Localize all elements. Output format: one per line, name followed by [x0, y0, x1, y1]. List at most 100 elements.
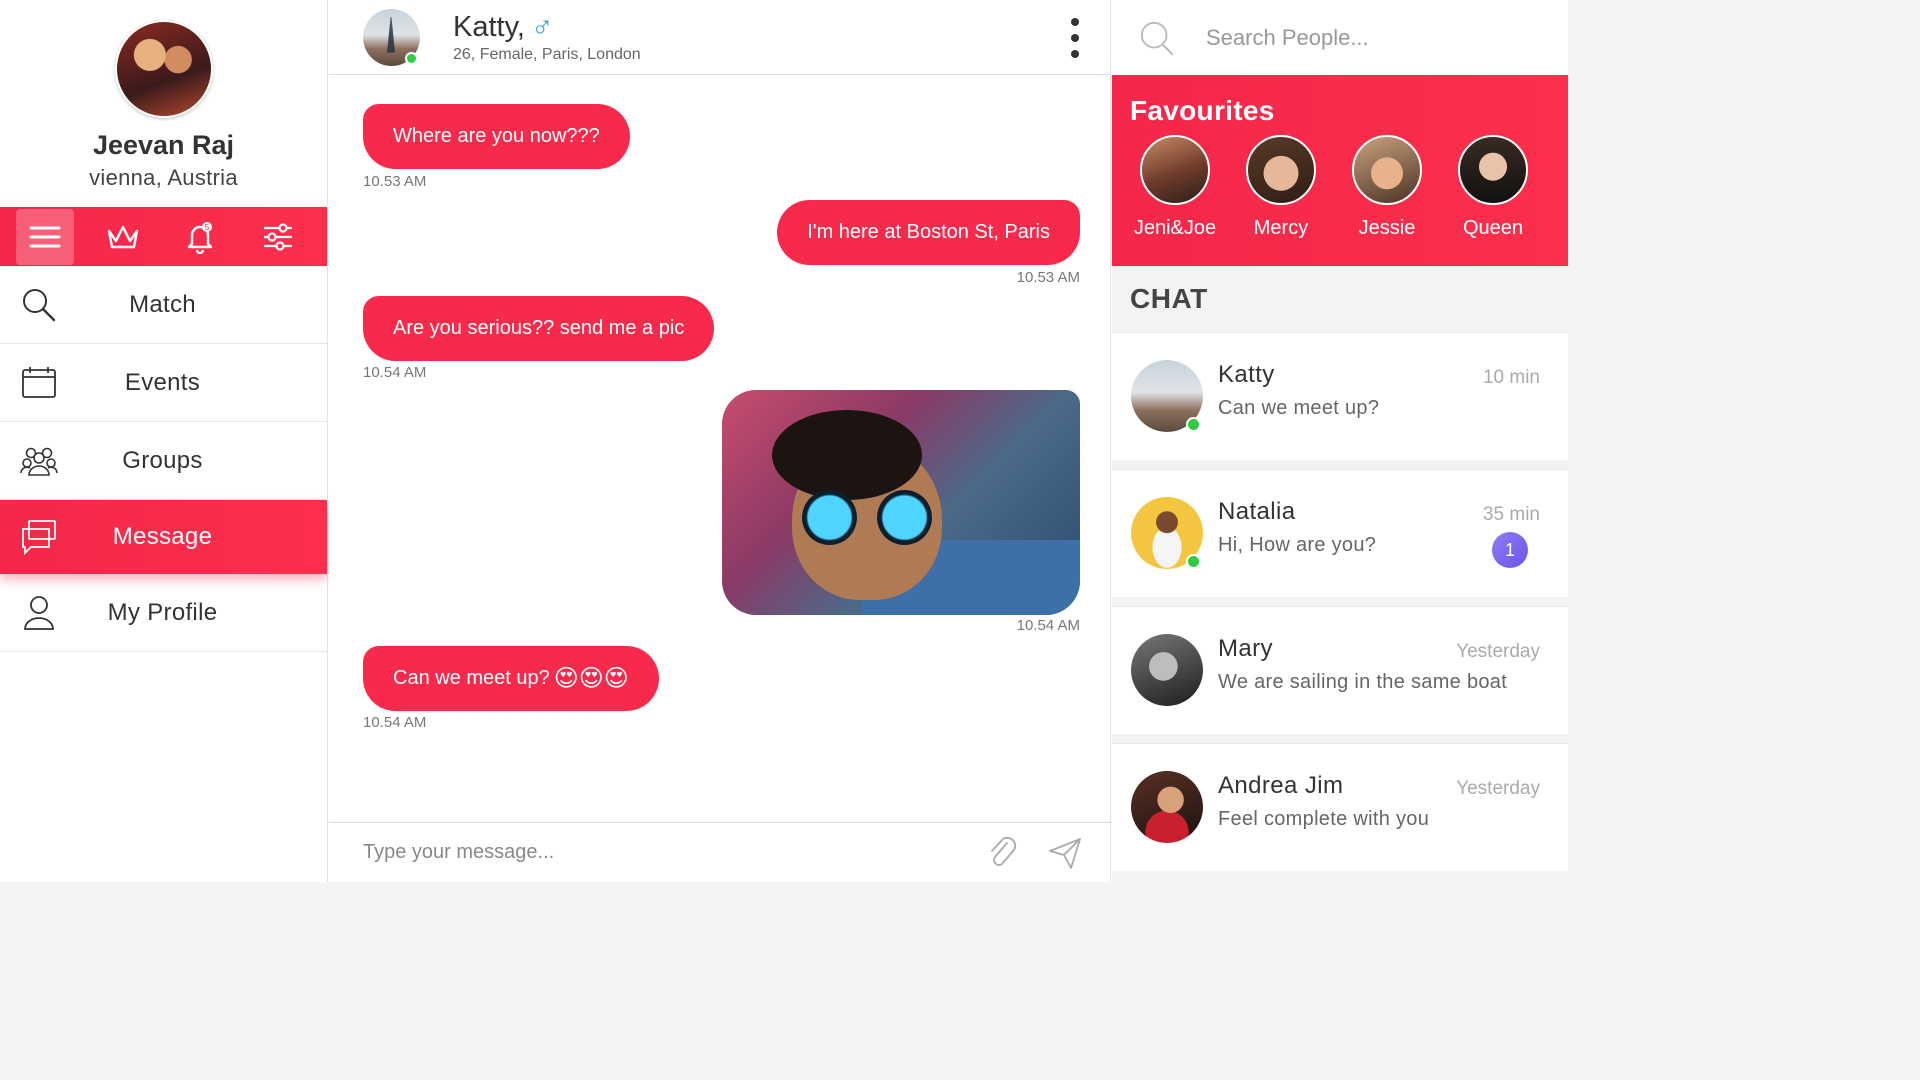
favourite-person[interactable]: Mercy — [1236, 135, 1326, 240]
chat-list-item[interactable]: Natalia Hi, How are you? 35 min 1 — [1112, 469, 1568, 597]
nav-label: Groups — [122, 446, 203, 474]
search-icon — [1140, 21, 1174, 55]
conversation-header: Katty, ♂ 26, Female, Paris, London — [329, 0, 1110, 75]
profile-avatar[interactable] — [114, 20, 213, 118]
search-people-input[interactable] — [1206, 24, 1506, 51]
chat-time: Yesterday — [1456, 641, 1540, 662]
nav-item-my-profile[interactable]: My Profile — [0, 574, 327, 652]
favourites-title: Favourites — [1130, 95, 1275, 126]
message-photo[interactable] — [722, 390, 1080, 615]
favourite-name: Mercy — [1253, 217, 1309, 239]
profile-card: Jeevan Raj vienna, Austria — [0, 0, 327, 207]
nav-label: Message — [112, 523, 213, 550]
favourite-person[interactable]: Jessie — [1342, 135, 1432, 240]
search-icon — [23, 288, 56, 321]
nav-item-message[interactable]: Message — [0, 500, 327, 574]
nav-item-groups[interactable]: Groups — [0, 422, 327, 500]
more-options-button[interactable] — [1070, 18, 1080, 58]
favourites-list: Jeni&Joe Mercy Jessie Queen — [1130, 135, 1550, 240]
premium-button[interactable] — [94, 209, 152, 265]
chat-preview: Feel complete with you — [1218, 808, 1430, 830]
chat-avatar — [1131, 771, 1203, 843]
filters-button[interactable] — [249, 209, 307, 265]
paperclip-icon[interactable] — [985, 835, 1021, 871]
message-time: 10.53 AM — [1016, 269, 1080, 286]
chat-name: Katty — [1218, 361, 1275, 388]
right-sidebar: Favourites Jeni&Joe Mercy Jessie Queen — [1112, 0, 1568, 882]
hamburger-menu-button[interactable] — [16, 208, 74, 265]
sliders-icon — [264, 222, 293, 251]
send-icon[interactable] — [1047, 835, 1083, 871]
bell-icon: 5 — [188, 221, 213, 254]
message-composer — [329, 822, 1111, 882]
favourite-avatar — [1140, 135, 1210, 205]
favourite-name: Jessie — [1358, 217, 1416, 239]
profile-location: vienna, Austria — [89, 165, 238, 190]
favourite-person[interactable]: Jeni&Joe — [1130, 135, 1220, 240]
app-window: Jeevan Raj vienna, Austria 5 Match Event… — [0, 0, 1568, 882]
user-icon — [24, 595, 54, 630]
favourite-name: Jeni&Joe — [1133, 217, 1217, 239]
chat-time: 35 min — [1482, 504, 1540, 525]
nav-item-events[interactable]: Events — [0, 344, 327, 422]
favourite-person[interactable]: Queen — [1448, 135, 1538, 240]
contact-details: 26, Female, Paris, London — [453, 46, 641, 63]
message-time: 10.54 AM — [363, 364, 427, 381]
chat-name: Natalia — [1218, 498, 1296, 525]
online-indicator — [1186, 417, 1201, 432]
chat-list-item[interactable]: Katty Can we meet up? 10 min — [1112, 332, 1568, 460]
message-time: 10.53 AM — [363, 173, 427, 190]
notifications-button[interactable]: 5 — [172, 209, 230, 265]
message-bubble-received[interactable]: Can we meet up? 😍😍😍 — [363, 646, 659, 711]
profile-name: Jeevan Raj — [92, 130, 235, 160]
favourite-avatar — [1458, 135, 1528, 205]
group-icon — [20, 447, 58, 476]
favourite-avatar — [1246, 135, 1316, 205]
message-input[interactable] — [363, 841, 963, 864]
favourite-avatar — [1352, 135, 1422, 205]
nav-label: Events — [124, 368, 201, 396]
kebab-dot — [1071, 50, 1079, 58]
chat-preview: Can we meet up? — [1218, 397, 1380, 419]
chat-avatar — [1131, 634, 1203, 706]
conversation-pane: Katty, ♂ 26, Female, Paris, London Where … — [329, 0, 1111, 882]
kebab-dot — [1071, 34, 1079, 42]
left-sidebar: Jeevan Raj vienna, Austria 5 Match Event… — [0, 0, 328, 882]
message-time: 10.54 AM — [363, 714, 427, 731]
chat-preview: We are sailing in the same boat — [1218, 671, 1508, 693]
male-symbol-icon: ♂ — [531, 10, 554, 43]
message-bubble-received[interactable]: Are you serious?? send me a pic — [363, 296, 715, 361]
chat-time: Yesterday — [1456, 778, 1540, 799]
nav-label: Match — [129, 290, 196, 318]
main-nav: Match Events Groups Message My Profile — [0, 266, 327, 652]
contact-name: Katty, — [453, 10, 525, 43]
message-text: Can we meet up? — [393, 667, 550, 689]
online-indicator — [1186, 554, 1201, 569]
chat-time: 10 min — [1482, 367, 1540, 388]
people-search — [1112, 0, 1568, 75]
crown-icon — [107, 225, 138, 248]
chat-list-title: CHAT — [1130, 283, 1208, 314]
kebab-dot — [1071, 18, 1079, 26]
calendar-icon — [22, 366, 56, 398]
contact-avatar[interactable] — [363, 8, 420, 66]
message-time: 10.54 AM — [1016, 617, 1080, 634]
chat-list-item[interactable]: Mary We are sailing in the same boat Yes… — [1112, 606, 1568, 734]
sidebar-toolbar: 5 — [0, 207, 327, 266]
hamburger-menu-icon — [29, 226, 61, 247]
heart-eyes-emoji-icon: 😍😍😍 — [553, 665, 629, 692]
chat-name: Mary — [1218, 635, 1273, 662]
favourites-panel: Favourites Jeni&Joe Mercy Jessie Queen — [1112, 75, 1568, 266]
message-bubble-received[interactable]: Where are you now??? — [363, 104, 630, 169]
chat-preview: Hi, How are you? — [1218, 534, 1377, 556]
message-list: Where are you now??? 10.53 AM I'm here a… — [329, 76, 1111, 822]
unread-badge: 1 — [1492, 532, 1528, 568]
notification-count: 5 — [205, 223, 210, 232]
chat-bubbles-icon — [22, 520, 56, 556]
chat-list-item[interactable]: Andrea Jim Feel complete with you Yester… — [1112, 743, 1568, 871]
message-bubble-sent[interactable]: I'm here at Boston St, Paris — [777, 200, 1080, 265]
online-indicator — [405, 51, 418, 65]
favourite-name: Queen — [1462, 217, 1524, 239]
chat-name: Andrea Jim — [1218, 772, 1344, 799]
nav-item-match[interactable]: Match — [0, 266, 327, 344]
